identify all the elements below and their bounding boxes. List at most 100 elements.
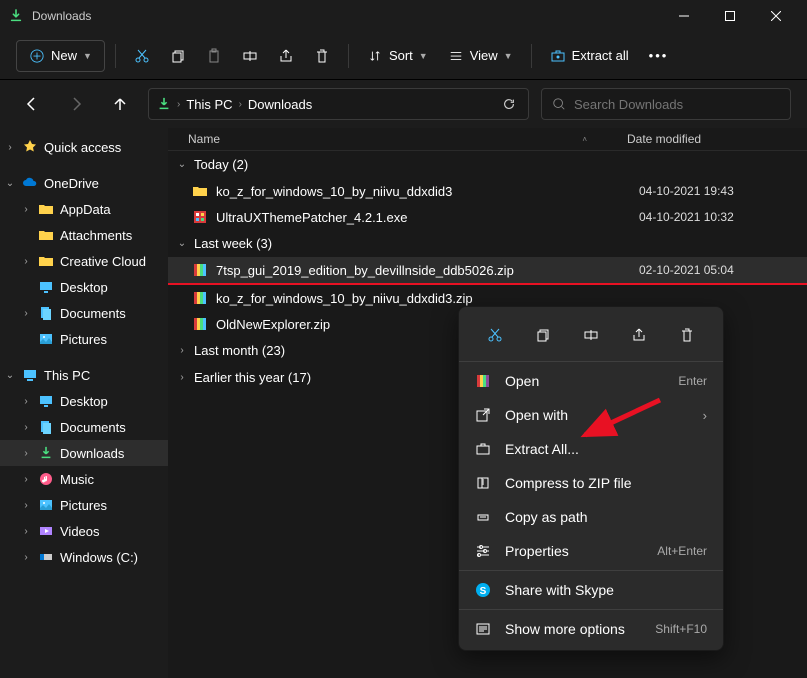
search-icon bbox=[552, 97, 566, 111]
chevron-icon: › bbox=[20, 552, 32, 563]
sort-button[interactable]: Sort ▼ bbox=[359, 40, 436, 72]
ctx-rename-button[interactable] bbox=[573, 319, 609, 351]
share-button[interactable] bbox=[270, 40, 302, 72]
sidebar-item-attachments[interactable]: Attachments bbox=[0, 222, 168, 248]
sidebar-item-onedrive[interactable]: ⌄OneDrive bbox=[0, 170, 168, 196]
folder-icon bbox=[38, 227, 54, 243]
separator bbox=[459, 361, 723, 362]
ctx-compress-to-zip-file[interactable]: Compress to ZIP file bbox=[459, 466, 723, 500]
sidebar-item-windows-c-[interactable]: ›Windows (C:) bbox=[0, 544, 168, 570]
folder-icon bbox=[192, 183, 208, 199]
titlebar: Downloads bbox=[0, 0, 807, 32]
sidebar-item-creative-cloud[interactable]: ›Creative Cloud bbox=[0, 248, 168, 274]
cut-button[interactable] bbox=[126, 40, 158, 72]
separator bbox=[459, 609, 723, 610]
ctx-properties[interactable]: PropertiesAlt+Enter bbox=[459, 534, 723, 568]
zip-icon bbox=[192, 290, 208, 306]
pc-icon bbox=[22, 367, 38, 383]
sidebar-item-music[interactable]: ›Music bbox=[0, 466, 168, 492]
chevron-icon: › bbox=[176, 345, 188, 356]
sidebar-item-this-pc[interactable]: ⌄This PC bbox=[0, 362, 168, 388]
refresh-button[interactable] bbox=[498, 93, 520, 115]
ellipsis-icon: ••• bbox=[649, 48, 669, 63]
file-date: 04-10-2021 10:32 bbox=[639, 210, 799, 224]
sidebar-item-documents[interactable]: ›Documents bbox=[0, 414, 168, 440]
group-label: Today (2) bbox=[194, 157, 248, 172]
ctx-copy-as-path[interactable]: Copy as path bbox=[459, 500, 723, 534]
ctx-open-with[interactable]: Open with› bbox=[459, 398, 723, 432]
file-name: ko_z_for_windows_10_by_niivu_ddxdid3 bbox=[216, 184, 631, 199]
openwith-icon bbox=[475, 407, 491, 423]
file-row[interactable]: 7tsp_gui_2019_edition_by_devillnside_ddb… bbox=[168, 257, 807, 285]
back-button[interactable] bbox=[16, 88, 48, 120]
trash-icon bbox=[314, 48, 330, 64]
ctx-cut-button[interactable] bbox=[477, 319, 513, 351]
ctx-label: Extract All... bbox=[505, 441, 707, 457]
ctx-label: Share with Skype bbox=[505, 582, 707, 598]
breadcrumb-item[interactable]: Downloads bbox=[248, 97, 312, 112]
copy-icon bbox=[170, 48, 186, 64]
chevron-icon: › bbox=[20, 256, 32, 267]
more-button[interactable]: ••• bbox=[641, 40, 677, 72]
ctx-share-with-skype[interactable]: S Share with Skype bbox=[459, 573, 723, 607]
star-icon bbox=[22, 139, 38, 155]
ctx-delete-button[interactable] bbox=[669, 319, 705, 351]
search-input[interactable] bbox=[574, 97, 780, 112]
ctx-extract-all-[interactable]: Extract All... bbox=[459, 432, 723, 466]
more-icon bbox=[475, 621, 491, 637]
ctx-open[interactable]: OpenEnter bbox=[459, 364, 723, 398]
breadcrumb-item[interactable]: This PC bbox=[186, 97, 232, 112]
column-headers: Name˄ Date modified bbox=[168, 128, 807, 151]
sidebar-item-label: Desktop bbox=[60, 394, 108, 409]
sidebar-item-label: Documents bbox=[60, 420, 126, 435]
ctx-share-button[interactable] bbox=[621, 319, 657, 351]
column-date[interactable]: Date modified bbox=[627, 132, 787, 146]
copy-button[interactable] bbox=[162, 40, 194, 72]
rename-button[interactable] bbox=[234, 40, 266, 72]
minimize-button[interactable] bbox=[661, 0, 707, 32]
file-row[interactable]: ko_z_for_windows_10_by_niivu_ddxdid3 04-1… bbox=[168, 178, 807, 204]
sidebar-item-videos[interactable]: ›Videos bbox=[0, 518, 168, 544]
chevron-icon: › bbox=[20, 448, 32, 459]
paste-icon bbox=[206, 48, 222, 64]
group-header[interactable]: ⌄Last week (3) bbox=[168, 230, 807, 257]
maximize-button[interactable] bbox=[707, 0, 753, 32]
sidebar-item-desktop[interactable]: ›Desktop bbox=[0, 388, 168, 414]
search-box[interactable] bbox=[541, 88, 791, 120]
properties-icon bbox=[475, 543, 491, 559]
separator bbox=[348, 44, 349, 68]
sidebar-item-pictures[interactable]: Pictures bbox=[0, 326, 168, 352]
extract-all-button[interactable]: Extract all bbox=[542, 40, 637, 72]
chevron-right-icon: › bbox=[239, 99, 242, 110]
paste-button[interactable] bbox=[198, 40, 230, 72]
music-icon bbox=[38, 471, 54, 487]
sidebar-item-pictures[interactable]: ›Pictures bbox=[0, 492, 168, 518]
chevron-icon: › bbox=[20, 474, 32, 485]
chevron-icon: ⌄ bbox=[4, 178, 16, 189]
svg-text:S: S bbox=[480, 586, 487, 597]
context-menu: OpenEnterOpen with› Extract All... Compres… bbox=[458, 306, 724, 651]
file-row[interactable]: UltraUXThemePatcher_4.2.1.exe04-10-2021 … bbox=[168, 204, 807, 230]
skype-icon: S bbox=[475, 582, 491, 598]
videos-icon bbox=[38, 523, 54, 539]
sidebar-item-documents[interactable]: ›Documents bbox=[0, 300, 168, 326]
breadcrumb[interactable]: › This PC › Downloads bbox=[148, 88, 529, 120]
sidebar-item-downloads[interactable]: ›Downloads bbox=[0, 440, 168, 466]
group-header[interactable]: ⌄Today (2) bbox=[168, 151, 807, 178]
forward-button[interactable] bbox=[60, 88, 92, 120]
ctx-copy-button[interactable] bbox=[525, 319, 561, 351]
delete-button[interactable] bbox=[306, 40, 338, 72]
sidebar-item-desktop[interactable]: Desktop bbox=[0, 274, 168, 300]
sidebar-item-appdata[interactable]: ›AppData bbox=[0, 196, 168, 222]
column-name[interactable]: Name˄ bbox=[188, 132, 627, 146]
copypath-icon bbox=[475, 509, 491, 525]
view-button[interactable]: View ▼ bbox=[440, 40, 521, 72]
folder-icon bbox=[38, 253, 54, 269]
sidebar: ›Quick access ⌄OneDrive›AppDataAttachment… bbox=[0, 128, 168, 678]
ctx-show-more-options[interactable]: Show more optionsShift+F10 bbox=[459, 612, 723, 646]
file-date: 04-10-2021 19:43 bbox=[639, 184, 799, 198]
close-button[interactable] bbox=[753, 0, 799, 32]
new-button[interactable]: New ▼ bbox=[16, 40, 105, 72]
up-button[interactable] bbox=[104, 88, 136, 120]
sidebar-item-quick-access[interactable]: ›Quick access bbox=[0, 134, 168, 160]
